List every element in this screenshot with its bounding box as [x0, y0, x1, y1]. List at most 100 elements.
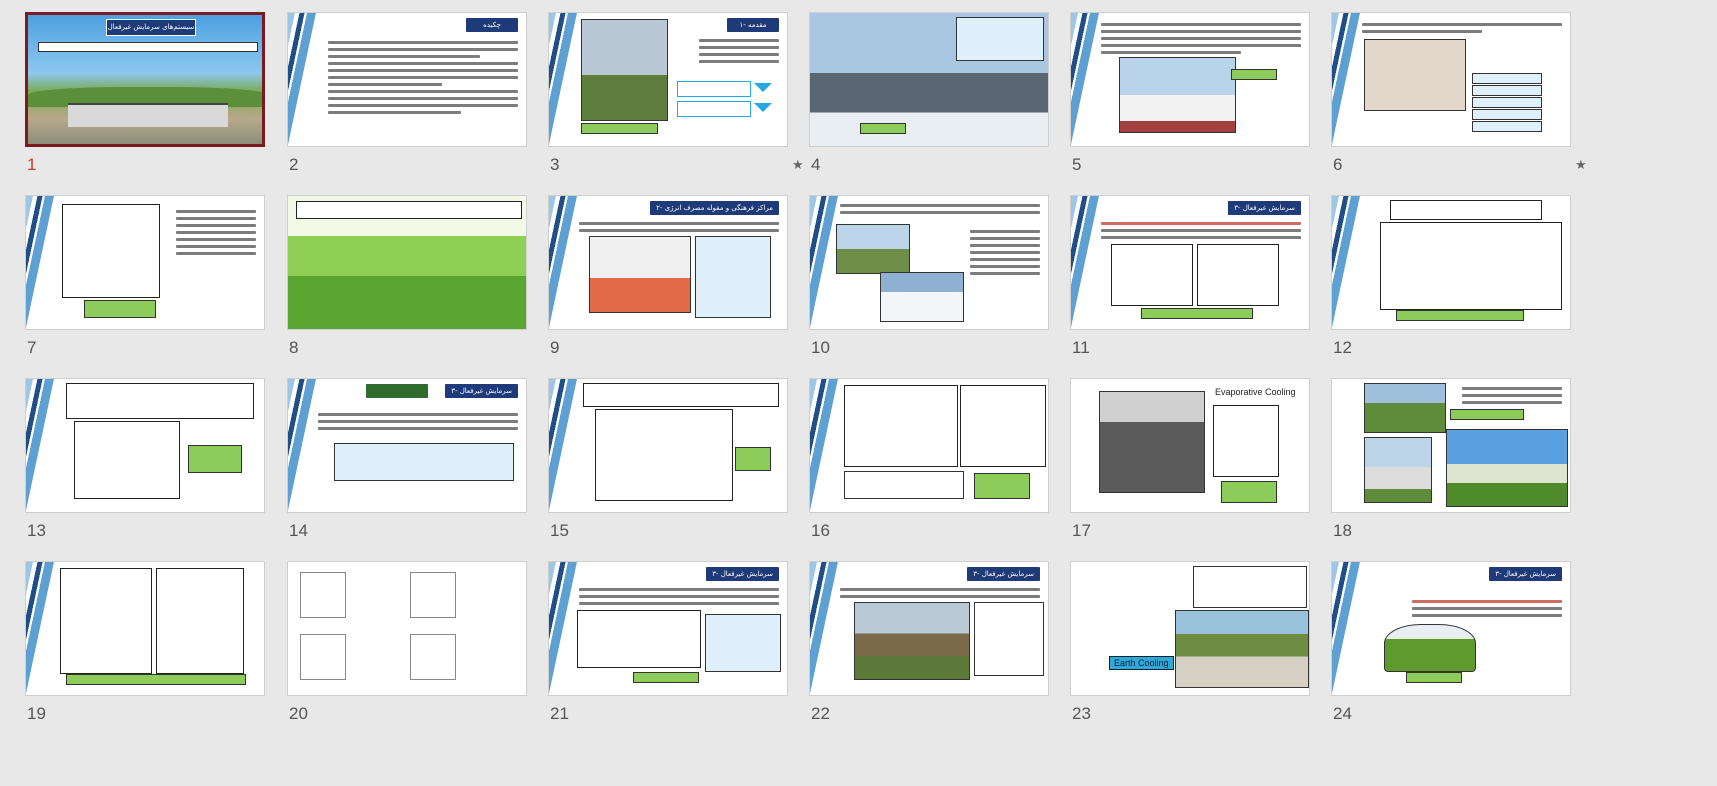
- slide-24-title: ۳- سرمایش غیرفعال: [1489, 567, 1562, 581]
- slide-thumb-8[interactable]: 8: [287, 195, 555, 367]
- slide-thumb-10[interactable]: 10: [809, 195, 1077, 367]
- slide-18-canvas[interactable]: [1331, 378, 1571, 513]
- slide-thumb-17[interactable]: Evaporative Cooling 17: [1070, 378, 1338, 550]
- decorative-stripe: [288, 13, 319, 146]
- list-item: [1472, 85, 1542, 96]
- photo-caption: [735, 447, 771, 471]
- photo-caption: [1396, 310, 1524, 321]
- photo-caption: [1221, 481, 1277, 503]
- slide-thumb-3[interactable]: ۱- مقدمه 3 ★: [548, 12, 816, 184]
- diagram-1: [300, 572, 346, 618]
- diagram-2: [960, 385, 1046, 467]
- photo-caption: [974, 473, 1030, 499]
- slide-2-canvas[interactable]: چکیده: [287, 12, 527, 147]
- slide-thumb-2[interactable]: چکیده 2: [287, 12, 555, 184]
- text-box: [1193, 566, 1307, 608]
- slide-thumb-7[interactable]: 7: [25, 195, 293, 367]
- slide-thumb-12[interactable]: 12: [1331, 195, 1599, 367]
- photo-caption: [633, 672, 699, 683]
- photo-caption: [1141, 308, 1253, 319]
- slide-14-title: ۳- سرمایش غیرفعال: [445, 384, 518, 398]
- slide-3-canvas[interactable]: ۱- مقدمه: [548, 12, 788, 147]
- decorative-stripe: [549, 13, 580, 146]
- slide-5-canvas[interactable]: [1070, 12, 1310, 147]
- slide-5-body: [1101, 19, 1301, 58]
- slide-10-canvas[interactable]: [809, 195, 1049, 330]
- diagram-1: [1111, 244, 1193, 306]
- slide-thumb-6[interactable]: 6 ★: [1331, 12, 1599, 184]
- slide-thumb-24[interactable]: ۳- سرمایش غیرفعال 24: [1331, 561, 1599, 733]
- chevron-down-icon: [754, 83, 772, 92]
- slide-thumb-5[interactable]: 5: [1070, 12, 1338, 184]
- photo-3: [1446, 429, 1568, 507]
- slide-20-canvas[interactable]: [287, 561, 527, 696]
- slide-4-canvas[interactable]: [809, 12, 1049, 147]
- slide-thumb-16[interactable]: 16: [809, 378, 1077, 550]
- slide-21-canvas[interactable]: ۳- سرمایش غیرفعال: [548, 561, 788, 696]
- photo-caption: [66, 674, 246, 685]
- slide-thumb-14[interactable]: ۳- سرمایش غیرفعال 14: [287, 378, 555, 550]
- star-icon[interactable]: ★: [792, 158, 804, 173]
- slide-21-body: [579, 584, 779, 609]
- slide-1-canvas[interactable]: سیستم‌های سرمایش غیرفعال: [25, 12, 265, 147]
- text-box: [844, 471, 964, 499]
- slide-17-canvas[interactable]: Evaporative Cooling: [1070, 378, 1310, 513]
- slide-thumb-13[interactable]: 13: [25, 378, 293, 550]
- slide-number: 15: [550, 521, 569, 540]
- slide-number: 23: [1072, 704, 1091, 723]
- slide-9-canvas[interactable]: ۲- مراکز فرهنگی و مقوله مصرف انرژی: [548, 195, 788, 330]
- decorative-stripe: [288, 379, 319, 512]
- slide-thumb-9[interactable]: ۲- مراکز فرهنگی و مقوله مصرف انرژی 9: [548, 195, 816, 367]
- slide-number: 17: [1072, 521, 1091, 540]
- slide-10-body: [840, 200, 1040, 218]
- slide-thumb-11[interactable]: ۳- سرمایش غیرفعال 11: [1070, 195, 1338, 367]
- slide-number: 7: [27, 338, 37, 357]
- slide-thumb-19[interactable]: 19: [25, 561, 293, 733]
- slide-12-canvas[interactable]: [1331, 195, 1571, 330]
- slide-thumb-4[interactable]: 4: [809, 12, 1077, 184]
- slide-number: 1: [27, 155, 37, 174]
- slide-14-canvas[interactable]: ۳- سرمایش غیرفعال: [287, 378, 527, 513]
- slide-11-canvas[interactable]: ۳- سرمایش غیرفعال: [1070, 195, 1310, 330]
- evaporative-cooling-label: Evaporative Cooling: [1215, 387, 1296, 397]
- slide-8-canvas[interactable]: [287, 195, 527, 330]
- slide-1-subtitle-bar: [38, 42, 258, 52]
- slide-24-canvas[interactable]: ۳- سرمایش غیرفعال: [1331, 561, 1571, 696]
- slide-15-canvas[interactable]: [548, 378, 788, 513]
- decorative-stripe: [810, 562, 841, 695]
- slide-number: 24: [1333, 704, 1352, 723]
- slide-number: 6: [1333, 155, 1343, 174]
- photo-caption: [1231, 69, 1277, 80]
- slide-thumb-18[interactable]: 18: [1331, 378, 1599, 550]
- text-box: [334, 443, 514, 481]
- decorative-stripe: [810, 379, 841, 512]
- slide-thumb-20[interactable]: 20: [287, 561, 555, 733]
- list-item: [1472, 73, 1542, 84]
- slide-11-body: [1101, 218, 1301, 243]
- slide-thumb-1[interactable]: سیستم‌های سرمایش غیرفعال 1: [25, 12, 293, 184]
- slide-thumb-22[interactable]: ۳- سرمایش غیرفعال 22: [809, 561, 1077, 733]
- decorative-stripe: [549, 562, 580, 695]
- star-icon[interactable]: ★: [1575, 158, 1587, 173]
- slide-22-body: [840, 584, 1040, 602]
- decorative-stripe: [1332, 562, 1363, 695]
- decorative-stripe: [1332, 13, 1363, 146]
- building-photo: [1119, 57, 1236, 133]
- slide-6-canvas[interactable]: [1331, 12, 1571, 147]
- slide-13-canvas[interactable]: [25, 378, 265, 513]
- slide-22-canvas[interactable]: ۳- سرمایش غیرفعال: [809, 561, 1049, 696]
- slide-thumb-23[interactable]: Earth Cooling 23: [1070, 561, 1338, 733]
- slide-7-canvas[interactable]: [25, 195, 265, 330]
- slide-thumb-21[interactable]: ۳- سرمایش غیرفعال 21: [548, 561, 816, 733]
- slide-thumb-15[interactable]: 15: [548, 378, 816, 550]
- slide-9-body: [579, 218, 779, 236]
- slide-19-canvas[interactable]: [25, 561, 265, 696]
- slide-number: 9: [550, 338, 560, 357]
- bullet-box-2: [677, 101, 751, 117]
- slide-16-canvas[interactable]: [809, 378, 1049, 513]
- diagram-box: [62, 204, 160, 298]
- slide-23-canvas[interactable]: Earth Cooling: [1070, 561, 1310, 696]
- earth-building-photo: [1175, 610, 1309, 688]
- diagram-2: [410, 572, 456, 618]
- section-diagram: [595, 409, 733, 501]
